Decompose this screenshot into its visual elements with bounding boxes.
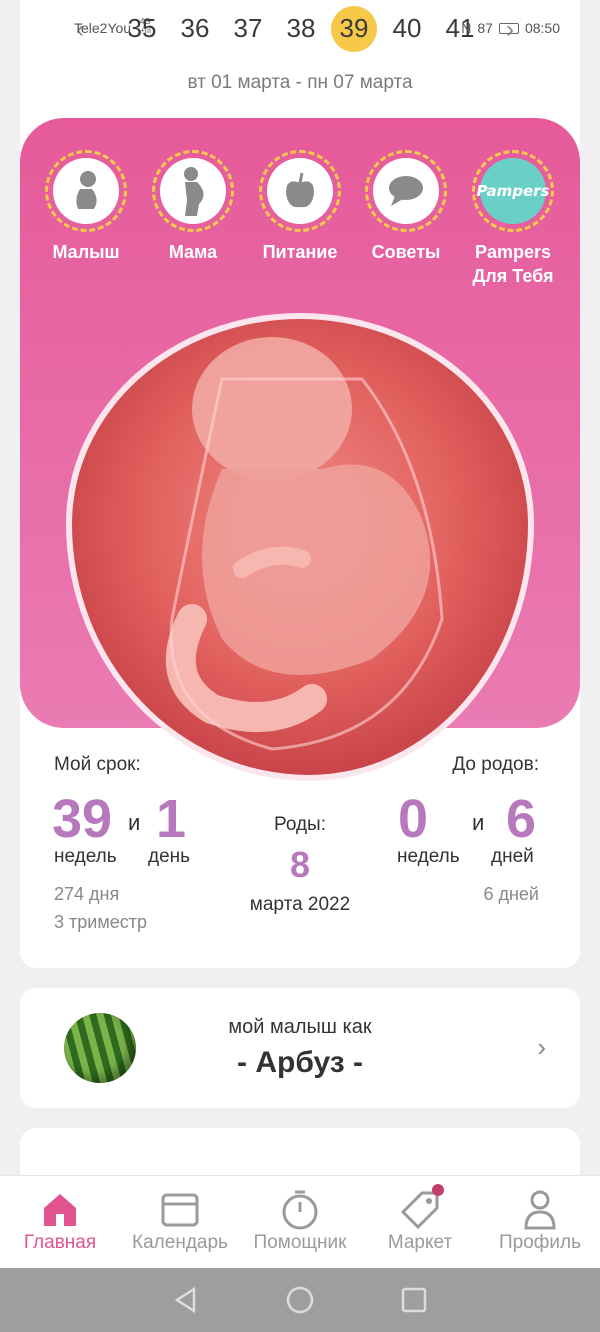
battery-icon bbox=[498, 22, 519, 34]
week-39-selected[interactable]: 39 bbox=[329, 6, 379, 52]
nav-assistant[interactable]: Помощник bbox=[240, 1176, 360, 1268]
week-header: ‹ 35 36 37 38 39 40 41 › Tele2You 4G +ııl… bbox=[20, 0, 580, 118]
and-text: и bbox=[472, 810, 485, 835]
and-text: и bbox=[128, 810, 141, 835]
trimester: 3 триместр bbox=[54, 912, 147, 932]
category-pampers[interactable]: Pampers Pampers Для Тебя bbox=[463, 150, 563, 288]
birth-label: Роды: bbox=[273, 814, 326, 835]
baby-size-fruit: - Арбуз - bbox=[237, 1046, 363, 1079]
nav-home[interactable]: Главная bbox=[0, 1176, 120, 1268]
category-label: Питание bbox=[262, 242, 338, 262]
profile-icon bbox=[524, 1190, 556, 1230]
nav-calendar[interactable]: Календарь bbox=[120, 1176, 240, 1268]
until-days-unit: дней bbox=[491, 846, 534, 867]
recent-apps-icon[interactable] bbox=[400, 1286, 428, 1314]
tag-icon bbox=[400, 1191, 439, 1230]
baby-size-title: мой малыш как bbox=[228, 1016, 372, 1038]
baby-size-card[interactable]: мой малыш как - Арбуз - › bbox=[20, 988, 580, 1108]
pregnancy-stats: Мой срок: 39 и 1 недель день 274 дня 3 т… bbox=[20, 748, 580, 948]
category-nutrition[interactable]: Питание bbox=[250, 150, 350, 264]
pampers-logo: Pampers bbox=[476, 158, 550, 224]
until-weeks-unit: недель bbox=[397, 846, 460, 867]
pregnant-mother-icon bbox=[184, 167, 204, 216]
chevron-right-icon: › bbox=[537, 1032, 546, 1062]
network-indicator: 4G +ııl bbox=[140, 17, 151, 35]
calendar-icon bbox=[161, 1193, 199, 1227]
system-navigation-bar bbox=[0, 1268, 600, 1332]
category-mother[interactable]: Мама bbox=[143, 150, 243, 264]
nav-label: Календарь bbox=[132, 1232, 228, 1253]
category-tips[interactable]: Советы bbox=[356, 150, 456, 264]
category-label: Pampers Для Тебя bbox=[472, 242, 554, 286]
date-range: вт 01 марта - пн 07 марта bbox=[187, 72, 413, 93]
until-weeks-value: 0 bbox=[398, 789, 429, 849]
birth-month-year: марта 2022 bbox=[249, 894, 351, 915]
back-icon[interactable] bbox=[172, 1286, 200, 1314]
until-birth-label: До родов: bbox=[452, 754, 539, 775]
timer-icon bbox=[282, 1190, 318, 1230]
nav-market[interactable]: Маркет bbox=[360, 1176, 480, 1268]
home-circle-icon[interactable] bbox=[285, 1285, 315, 1315]
category-label: Мама bbox=[168, 242, 218, 262]
nav-label: Профиль bbox=[498, 1232, 582, 1253]
apple-icon bbox=[286, 172, 314, 208]
status-bar: Tele2You 4G +ııl N 87 08:50 bbox=[74, 17, 560, 40]
my-term-label: Мой срок: bbox=[54, 754, 141, 775]
chat-bubble-icon bbox=[389, 176, 423, 206]
category-baby[interactable]: Малыш bbox=[36, 150, 136, 264]
home-icon bbox=[44, 1194, 76, 1226]
pregnancy-card: Малыш Мама Питание Советы Pampers Pamper… bbox=[20, 118, 580, 968]
nav-label: Главная bbox=[23, 1232, 97, 1253]
until-total-days: 6 дней bbox=[483, 884, 539, 904]
clock: 08:50 bbox=[524, 20, 560, 36]
baby-icon bbox=[76, 171, 97, 209]
category-label: Малыш bbox=[52, 242, 120, 262]
bottom-nav: Главная Календарь Помощник Маркет Профил… bbox=[0, 1175, 600, 1268]
nav-label: Маркет bbox=[387, 1232, 453, 1253]
nav-label: Помощник bbox=[253, 1232, 347, 1253]
until-days-value: 6 bbox=[506, 789, 537, 849]
battery-level: 87 bbox=[477, 20, 493, 36]
days-unit: день bbox=[148, 846, 191, 867]
fetus-image bbox=[165, 337, 444, 751]
weeks-unit: недель bbox=[54, 846, 117, 867]
notification-badge bbox=[432, 1184, 444, 1196]
birth-day: 8 bbox=[289, 844, 311, 885]
total-days: 274 дня bbox=[54, 884, 120, 904]
nav-profile[interactable]: Профиль bbox=[480, 1176, 600, 1268]
nfc-icon: N bbox=[461, 20, 472, 36]
days-value: 1 bbox=[156, 789, 187, 849]
category-label: Советы bbox=[371, 242, 441, 262]
carrier-name: Tele2You bbox=[74, 20, 132, 36]
weeks-value: 39 bbox=[52, 789, 113, 849]
